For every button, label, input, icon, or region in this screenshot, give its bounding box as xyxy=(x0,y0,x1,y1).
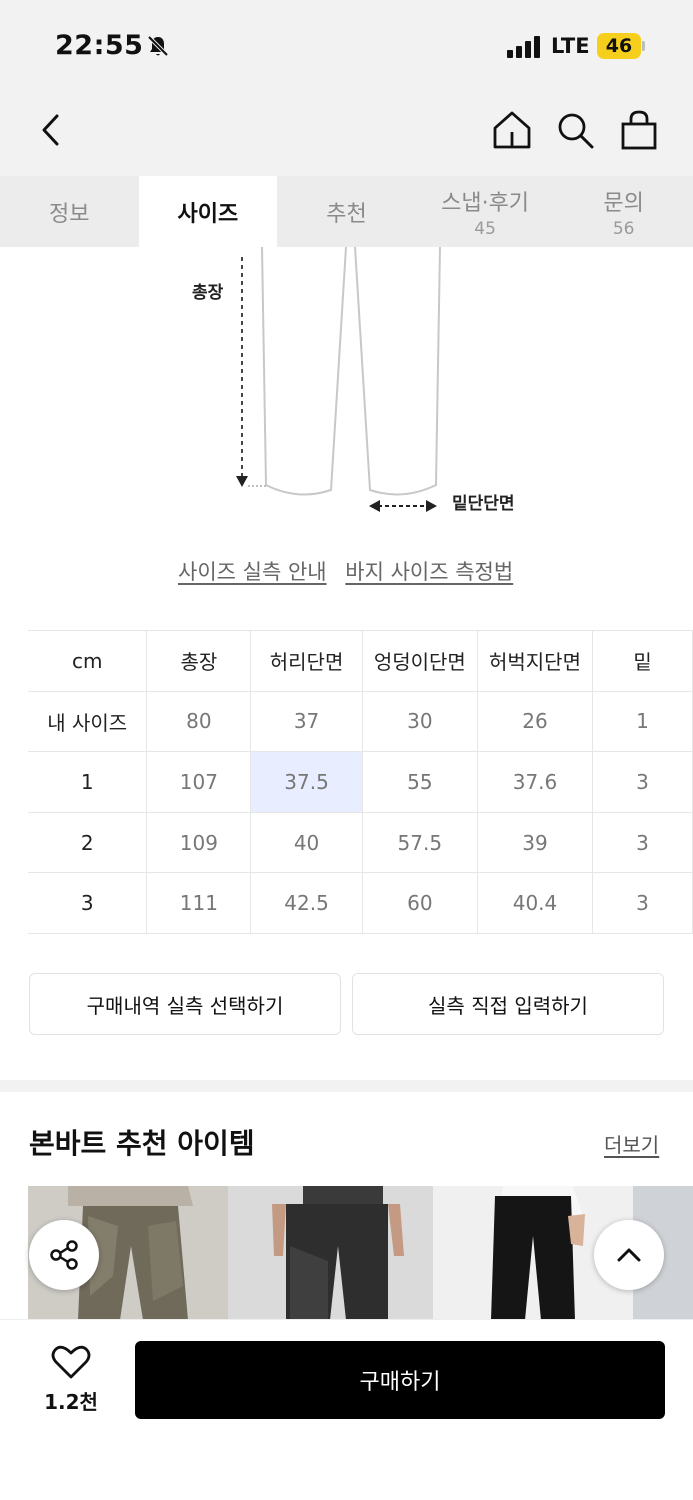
table-cell: 111 xyxy=(146,872,252,934)
nav-header xyxy=(0,90,693,176)
signal-icon xyxy=(507,36,540,58)
see-more-link[interactable]: 더보기 xyxy=(604,1129,659,1158)
table-cell: 42.5 xyxy=(250,872,363,934)
recommend-title: 본바트 추천 아이템 xyxy=(29,1127,255,1160)
bag-icon[interactable] xyxy=(617,108,661,152)
table-row: 3 111 42.5 60 40.4 3 xyxy=(28,872,693,934)
table-cell: 57.5 xyxy=(361,811,478,874)
tab-inquiry[interactable]: 문의 56 xyxy=(554,176,693,247)
tab-label: 사이즈 xyxy=(177,201,239,227)
network-type: LTE xyxy=(551,34,590,58)
table-row-label: 3 xyxy=(28,872,148,934)
table-cell: 37 xyxy=(250,690,363,753)
status-time: 22:55 xyxy=(55,30,144,61)
like-count: 1.2천 xyxy=(44,1390,98,1414)
tab-label: 스냅·후기 xyxy=(441,190,530,216)
table-header-cell: 허리단면 xyxy=(250,630,363,692)
table-cell: 40.4 xyxy=(476,872,594,934)
table-cell-highlighted: 37.5 xyxy=(250,751,363,813)
table-cell: 55 xyxy=(361,751,478,813)
table-cell: 3 xyxy=(592,872,693,934)
back-icon[interactable] xyxy=(28,108,72,152)
tab-size[interactable]: 사이즈 xyxy=(138,176,278,247)
table-row-label: 1 xyxy=(28,751,148,813)
product-image xyxy=(228,1186,433,1320)
share-icon xyxy=(50,1240,78,1270)
table-cell: 3 xyxy=(592,811,693,874)
product-thumbnail[interactable] xyxy=(228,1186,433,1320)
table-header-cell: 총장 xyxy=(146,630,252,692)
buy-button[interactable]: 구매하기 xyxy=(135,1341,665,1419)
size-guide-link[interactable]: 사이즈 실측 안내 xyxy=(178,560,327,584)
table-cell: 39 xyxy=(476,811,594,874)
measure-guide-link[interactable]: 바지 사이즈 측정법 xyxy=(345,560,513,584)
tab-label: 정보 xyxy=(49,201,90,227)
direct-input-button[interactable]: 실측 직접 입력하기 xyxy=(352,973,664,1035)
table-row: 내 사이즈 80 37 30 26 1 xyxy=(28,690,693,753)
size-table: cm 총장 허리단면 엉덩이단면 허벅지단면 밑 내 사이즈 80 37 30 … xyxy=(28,630,693,934)
section-divider xyxy=(0,1080,693,1092)
table-header-cell: 엉덩이단면 xyxy=(361,630,478,692)
bottom-action-bar: 1.2천 구매하기 xyxy=(0,1319,693,1500)
chevron-up-icon xyxy=(617,1248,641,1262)
table-cell: 37.6 xyxy=(476,751,594,813)
battery-tip xyxy=(642,41,645,51)
table-cell: 107 xyxy=(146,751,252,813)
table-row-label: 내 사이즈 xyxy=(28,690,148,753)
tab-count: 56 xyxy=(612,218,635,239)
table-cell: 109 xyxy=(146,811,252,874)
heart-icon xyxy=(51,1345,91,1379)
table-header-cell: 밑 xyxy=(592,630,693,692)
select-purchase-history-button[interactable]: 구매내역 실측 선택하기 xyxy=(29,973,341,1035)
table-header-cell: cm xyxy=(28,630,148,692)
bell-off-icon xyxy=(147,35,169,57)
table-row: 1 107 37.5 55 37.6 3 xyxy=(28,751,693,813)
table-row-label: 2 xyxy=(28,811,148,874)
table-header-row: cm 총장 허리단면 엉덩이단면 허벅지단면 밑 xyxy=(28,630,693,692)
search-icon[interactable] xyxy=(553,108,597,152)
battery-indicator: 46 xyxy=(597,33,641,59)
tab-recommend[interactable]: 추천 xyxy=(277,176,416,247)
table-cell: 3 xyxy=(592,751,693,813)
section-tabs: 정보 사이즈 추천 스냅·후기 45 문의 56 xyxy=(0,176,693,247)
table-row: 2 109 40 57.5 39 3 xyxy=(28,811,693,874)
size-table-container[interactable]: cm 총장 허리단면 엉덩이단면 허벅지단면 밑 내 사이즈 80 37 30 … xyxy=(28,630,693,934)
table-cell: 40 xyxy=(250,811,363,874)
status-bar: 22:55 LTE 46 xyxy=(0,0,693,90)
tab-count: 45 xyxy=(474,218,496,239)
pants-size-diagram: 총장 밑단단면 xyxy=(0,246,693,537)
tab-snap-review[interactable]: 스냅·후기 45 xyxy=(416,176,555,247)
scroll-top-button[interactable] xyxy=(594,1220,664,1290)
tab-info[interactable]: 정보 xyxy=(0,176,139,247)
table-cell: 60 xyxy=(361,872,478,934)
table-cell: 30 xyxy=(361,690,478,753)
tab-label: 추천 xyxy=(326,201,367,227)
pants-outline-drawing xyxy=(236,246,441,512)
hem-label: 밑단단면 xyxy=(452,494,515,514)
like-button[interactable]: 1.2천 xyxy=(40,1344,102,1415)
tab-label: 문의 xyxy=(603,190,644,216)
table-cell: 1 xyxy=(592,690,693,753)
table-cell: 26 xyxy=(476,690,594,753)
home-icon[interactable] xyxy=(490,108,534,152)
share-button[interactable] xyxy=(29,1220,99,1290)
table-cell: 80 xyxy=(146,690,252,753)
length-label: 총장 xyxy=(192,283,224,303)
table-header-cell: 허벅지단면 xyxy=(476,630,594,692)
size-guide-links: 사이즈 실측 안내 바지 사이즈 측정법 xyxy=(178,556,525,586)
